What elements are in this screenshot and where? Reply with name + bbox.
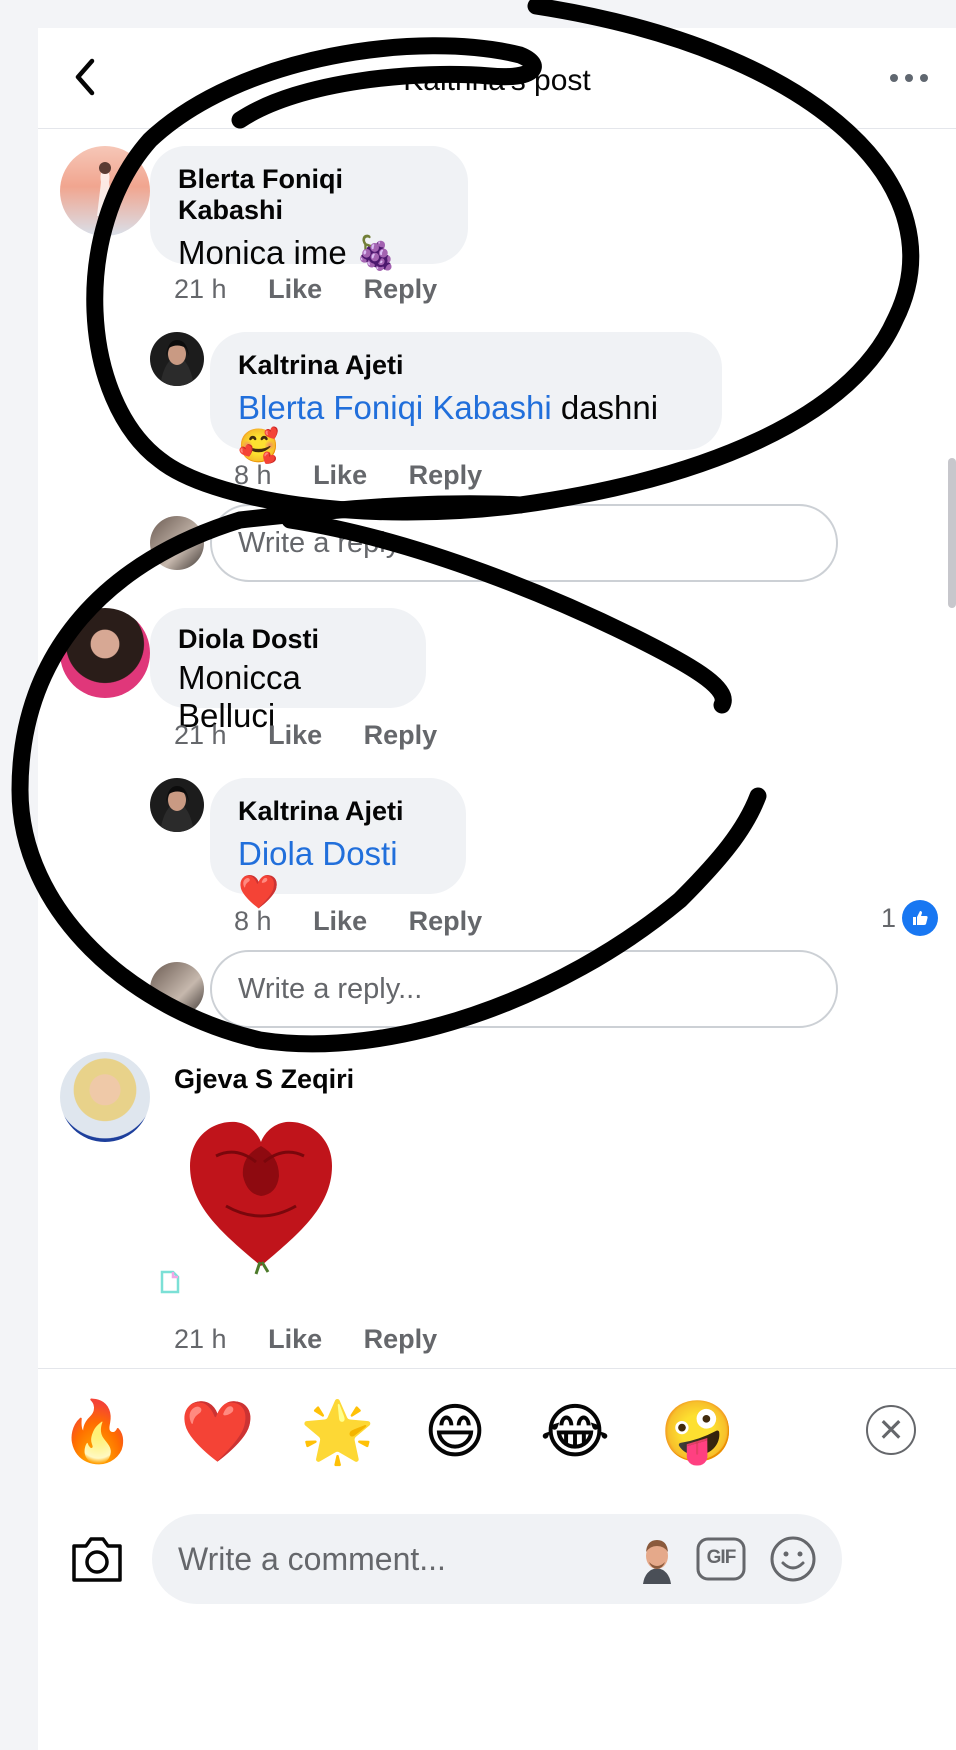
post-comments-page: Kaltrina's post Blerta Foniqi Kabashi Mo…: [38, 28, 956, 1750]
reply-button[interactable]: Reply: [364, 274, 438, 304]
reply-input[interactable]: Write a reply...: [210, 504, 838, 582]
comment-actions: 21 h Like Reply: [174, 1324, 471, 1355]
rose-heart-sticker[interactable]: [186, 1116, 336, 1276]
reply-time: 8 h: [234, 460, 272, 490]
reply-bubble[interactable]: Kaltrina Ajeti Diola Dosti ❤️: [210, 778, 466, 910]
reply-text: Blerta Foniqi Kabashi dashni 🥰: [238, 389, 694, 466]
avatar: [150, 962, 204, 1016]
glowing-star-emoji-button[interactable]: 🌟: [300, 1399, 375, 1465]
grinning-emoji-button[interactable]: 😄: [420, 1399, 490, 1465]
comment-bubble[interactable]: Blerta Foniqi Kabashi Monica ime 🍇: [150, 146, 468, 271]
mention-link[interactable]: Diola Dosti: [238, 835, 398, 872]
zany-face-emoji-button[interactable]: 🤪: [660, 1399, 735, 1465]
scrollbar[interactable]: [948, 458, 956, 608]
reply-actions: 8 h Like Reply: [234, 460, 516, 491]
comment-actions: 21 h Like Reply: [174, 274, 471, 305]
page-title: Kaltrina's post: [403, 64, 591, 97]
gif-button[interactable]: GIF: [696, 1534, 746, 1584]
more-options-button[interactable]: [884, 66, 934, 90]
like-button[interactable]: Like: [268, 720, 322, 750]
reply-input-placeholder: Write a reply...: [238, 526, 423, 559]
tears-of-joy-emoji-button[interactable]: 😂: [540, 1399, 610, 1465]
avatar[interactable]: [150, 778, 204, 832]
reply-time: 8 h: [234, 906, 272, 936]
like-button[interactable]: Like: [313, 460, 367, 490]
reply-bubble[interactable]: Kaltrina Ajeti Blerta Foniqi Kabashi das…: [210, 332, 722, 464]
comment-composer: Write a comment... GIF: [38, 1488, 956, 1750]
comment-actions: 21 h Like Reply: [174, 720, 471, 751]
comment-author[interactable]: Gjeva S Zeqiri: [174, 1064, 354, 1095]
reply-author[interactable]: Kaltrina Ajeti: [238, 796, 438, 827]
more-dots-icon: [890, 74, 928, 82]
camera-icon[interactable]: [68, 1530, 126, 1588]
gif-label: GIF: [706, 1547, 737, 1568]
reply-button[interactable]: Reply: [409, 460, 483, 490]
comment-bubble[interactable]: Diola Dosti Monicca Belluci: [150, 608, 426, 734]
close-icon[interactable]: ✕: [866, 1405, 916, 1455]
reply-input-placeholder: Write a reply...: [238, 972, 423, 1005]
quick-reaction-bar: 🔥 ❤️ 🌟 😄 😂 🤪 ✕: [38, 1368, 956, 1489]
comment-input[interactable]: Write a comment... GIF: [152, 1514, 842, 1604]
avatar[interactable]: [150, 332, 204, 386]
reply-button[interactable]: Reply: [364, 720, 438, 750]
reply-text-body: ❤️: [238, 873, 280, 910]
comment-author[interactable]: Blerta Foniqi Kabashi: [178, 164, 440, 226]
comment-time: 21 h: [174, 720, 227, 750]
comment-time: 21 h: [174, 1324, 227, 1354]
reply-author[interactable]: Kaltrina Ajeti: [238, 350, 694, 381]
comment-time: 21 h: [174, 274, 227, 304]
mention-link[interactable]: Blerta Foniqi Kabashi: [238, 389, 552, 426]
avatar: [150, 516, 204, 570]
reply-button[interactable]: Reply: [409, 906, 483, 936]
avatar[interactable]: [60, 608, 150, 698]
fire-emoji-button[interactable]: 🔥: [60, 1399, 135, 1465]
avatar-sticker-icon[interactable]: [632, 1534, 682, 1584]
avatar[interactable]: [60, 146, 150, 236]
comment-input-placeholder: Write a comment...: [178, 1540, 446, 1577]
reply-text: Diola Dosti ❤️: [238, 835, 438, 912]
like-button[interactable]: Like: [313, 906, 367, 936]
reply-input[interactable]: Write a reply...: [210, 950, 838, 1028]
comment-text: Monica ime 🍇: [178, 234, 397, 271]
reply-button[interactable]: Reply: [364, 1324, 438, 1354]
comment-author[interactable]: Diola Dosti: [178, 624, 398, 655]
avatar[interactable]: [60, 1052, 150, 1142]
heart-emoji-button[interactable]: ❤️: [180, 1399, 255, 1465]
reply-actions: 8 h Like Reply: [234, 906, 516, 937]
thumbs-up-icon: [902, 900, 938, 936]
like-count-value: 1: [880, 902, 896, 933]
like-button[interactable]: Like: [268, 1324, 322, 1354]
like-button[interactable]: Like: [268, 274, 322, 304]
emoji-icon[interactable]: [768, 1534, 818, 1584]
file-icon: [160, 1270, 180, 1299]
header: Kaltrina's post: [38, 28, 956, 129]
like-count[interactable]: 1: [881, 900, 938, 936]
